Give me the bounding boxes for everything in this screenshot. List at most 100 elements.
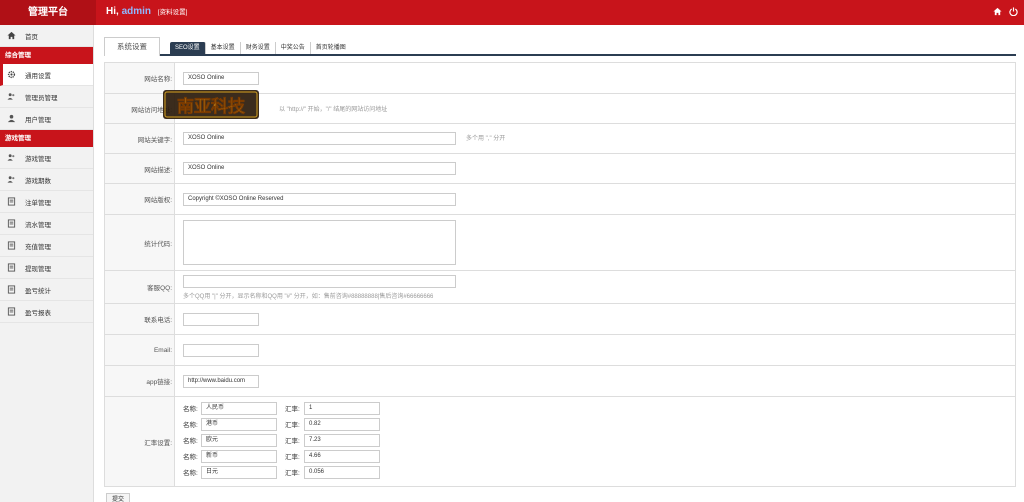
document-icon <box>7 263 16 272</box>
sidebar-item-label: 用户管理 <box>25 116 51 124</box>
home-icon[interactable] <box>992 6 1002 16</box>
currency-name-label: 名称: <box>183 470 198 477</box>
greeting-text: Hi, <box>106 6 119 17</box>
sidebar-item-user-management[interactable]: 用户管理 <box>0 108 93 130</box>
document-icon <box>7 285 16 294</box>
currency-name-input[interactable]: 人民币 <box>201 401 277 415</box>
tab-finance[interactable]: 财务设置 <box>241 42 276 54</box>
currency-name-input[interactable]: 日元 <box>201 465 277 479</box>
currency-name-input[interactable]: 港币 <box>201 417 277 431</box>
sidebar-item-label: 通用设置 <box>25 72 51 80</box>
sidebar-item-flow-management[interactable]: 流水管理 <box>0 213 93 235</box>
rate-label: 汇率: <box>285 438 300 445</box>
exchange-rate-list: 名称: 人民币 汇率: 1 名称: 港币 汇率: 0.82 名称: 欧元 汇率:… <box>175 401 1015 479</box>
currency-name-label: 名称: <box>183 422 198 429</box>
watermark-text: 南亚科技 <box>177 96 246 117</box>
sidebar-item-label: 提现管理 <box>25 265 51 273</box>
sidebar-item-label: 首页 <box>25 33 38 41</box>
rate-label: 汇率: <box>285 406 300 413</box>
sidebar-item-game-periods[interactable]: 游戏期数 <box>0 169 93 191</box>
app-link-input[interactable]: http://www.baidu.com <box>183 374 259 388</box>
rate-input[interactable]: 7.23 <box>304 433 380 447</box>
top-bar: 管理平台 Hi, admin [资料设置] <box>0 0 1024 25</box>
sidebar-item-admin-management[interactable]: 管理员管理 <box>0 86 93 108</box>
rate-label: 汇率: <box>285 470 300 477</box>
tab-announcement[interactable]: 中奖公告 <box>276 42 311 54</box>
description-label: 网站描述: <box>104 153 175 184</box>
keywords-hint: 多个用 "," 分开 <box>466 136 506 143</box>
rate-input[interactable]: 0.056 <box>304 465 380 479</box>
users-icon <box>7 175 16 184</box>
document-icon <box>7 241 16 250</box>
sidebar-item-recharge-management[interactable]: 充值管理 <box>0 235 93 257</box>
app-link-label: app链接: <box>104 365 175 397</box>
sidebar-item-profit-report[interactable]: 盈亏报表 <box>0 301 93 323</box>
copyright-label: 网站版权: <box>104 183 175 215</box>
currency-name-label: 名称: <box>183 454 198 461</box>
sidebar-section-game: 游戏管理 <box>0 130 93 147</box>
exchange-rate-row: 名称: 港币 汇率: 0.82 <box>183 417 1015 431</box>
tab-carousel[interactable]: 首页轮播图 <box>311 42 351 54</box>
gear-icon <box>7 70 16 79</box>
sidebar-item-label: 管理员管理 <box>25 94 58 102</box>
stats-code-textarea[interactable] <box>183 220 456 265</box>
sidebar-item-label: 盈亏统计 <box>25 287 51 295</box>
rate-input[interactable]: 1 <box>304 401 380 415</box>
description-input[interactable]: XOSO Online <box>183 162 456 175</box>
tab-basic[interactable]: 基本设置 <box>206 42 241 54</box>
tab-system-settings[interactable]: 系统设置 <box>104 37 160 56</box>
sidebar-item-bet-management[interactable]: 注单管理 <box>0 191 93 213</box>
exchange-rate-row: 名称: 新币 汇率: 4.66 <box>183 449 1015 463</box>
sidebar-item-label: 充值管理 <box>25 243 51 251</box>
copyright-input[interactable]: Copyright ©XOSO Online Reserved <box>183 192 456 206</box>
users-icon <box>7 153 16 162</box>
sidebar-item-profit-stats[interactable]: 盈亏统计 <box>0 279 93 301</box>
currency-name-label: 名称: <box>183 438 198 445</box>
keywords-input[interactable]: XOSO Online <box>183 132 456 145</box>
main-content: 系统设置 SEO设置 基本设置 财务设置 中奖公告 首页轮播图 网站名称: XO… <box>104 25 1016 502</box>
power-icon[interactable] <box>1008 6 1018 16</box>
sidebar-item-label: 注单管理 <box>25 199 51 207</box>
keywords-label: 网站关键字: <box>104 123 175 154</box>
document-icon <box>7 307 16 316</box>
home-icon <box>7 31 16 40</box>
sidebar-item-label: 游戏管理 <box>25 155 51 163</box>
profile-settings-link[interactable]: [资料设置] <box>158 9 188 16</box>
username[interactable]: admin <box>122 6 151 17</box>
stats-code-label: 统计代码: <box>104 214 175 271</box>
site-url-hint: 以 "http://" 开始，"/" 结尾的网站访问地址 <box>279 107 388 113</box>
exchange-rate-row: 名称: 欧元 汇率: 7.23 <box>183 433 1015 447</box>
sidebar-item-general-settings[interactable]: 通用设置 <box>0 64 93 86</box>
tab-bar: 系统设置 SEO设置 基本设置 财务设置 中奖公告 首页轮播图 <box>104 34 1016 56</box>
qq-input[interactable] <box>183 274 456 288</box>
site-name-input[interactable]: XOSO Online <box>183 71 259 85</box>
phone-label: 联系电话: <box>104 303 175 335</box>
tab-seo[interactable]: SEO设置 <box>170 42 206 54</box>
email-label: Email: <box>104 334 175 366</box>
rate-input[interactable]: 0.82 <box>304 417 380 431</box>
brand-title: 管理平台 <box>0 0 96 25</box>
currency-name-input[interactable]: 欧元 <box>201 433 277 447</box>
email-input[interactable] <box>183 343 259 357</box>
users-icon <box>7 92 16 101</box>
watermark-logo: 南亚科技 <box>163 90 259 119</box>
sidebar-item-label: 盈亏报表 <box>25 309 51 317</box>
sidebar-item-game-management[interactable]: 游戏管理 <box>0 147 93 169</box>
exchange-rate-label: 汇率设置: <box>104 396 175 487</box>
sidebar: 首页 综合管理 通用设置 管理员管理 用户管理 游戏管理 游戏管理 游戏期数 注… <box>0 25 94 502</box>
rate-input[interactable]: 4.66 <box>304 449 380 463</box>
sidebar-item-label: 游戏期数 <box>25 177 51 185</box>
document-icon <box>7 219 16 228</box>
sidebar-item-home[interactable]: 首页 <box>0 25 93 47</box>
user-icon <box>7 114 16 123</box>
phone-input[interactable] <box>183 312 259 326</box>
qq-hint: 多个QQ用 "|" 分开，显示名称和QQ用 "#" 分开，如：售前咨询#8888… <box>183 293 434 300</box>
submit-button[interactable]: 提交 <box>106 493 131 502</box>
currency-name-input[interactable]: 新币 <box>201 449 277 463</box>
qq-label: 客服QQ: <box>104 270 175 304</box>
greeting: Hi, admin [资料设置] <box>106 6 187 17</box>
rate-label: 汇率: <box>285 422 300 429</box>
exchange-rate-row: 名称: 人民币 汇率: 1 <box>183 401 1015 415</box>
document-icon <box>7 197 16 206</box>
sidebar-item-withdraw-management[interactable]: 提现管理 <box>0 257 93 279</box>
